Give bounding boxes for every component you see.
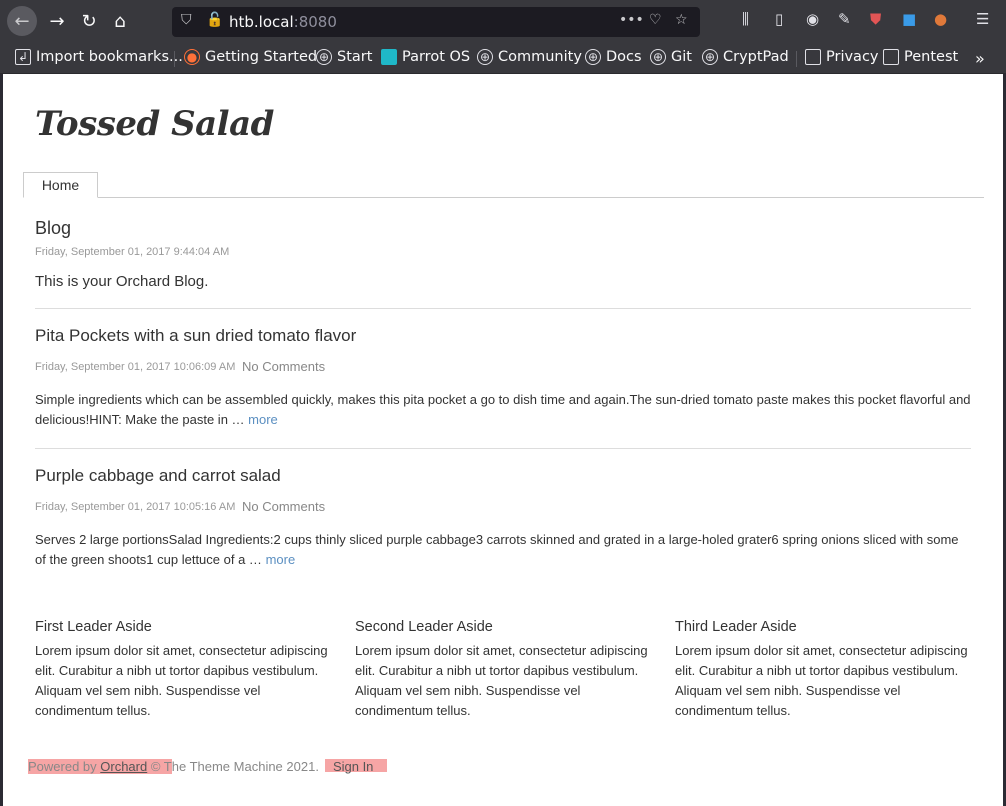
bookmark-git[interactable]: ⊕ Git [650,49,692,65]
post-title[interactable]: Pita Pockets with a sun dried tomato fla… [35,326,356,346]
sidebar-icon[interactable]: ▯ [775,10,783,28]
account-icon[interactable]: ◉ [806,10,819,28]
footer-copyright: © The Theme Machine 2021. [147,759,319,774]
bookmark-docs[interactable]: ⊕ Docs [585,49,642,65]
import-icon: ↲ [15,49,31,65]
parrot-icon [381,49,397,65]
globe-icon: ⊕ [702,49,718,65]
bookmark-cryptpad[interactable]: ⊕ CryptPad [702,49,789,65]
extension-fox-icon[interactable]: ● [934,10,947,28]
browser-toolbar: ← → ↻ ⌂ ⛉ 🔓 htb.local:8080 ••• ♡ ☆ ⫼ ▯ ◉… [0,0,1006,42]
pocket-icon[interactable]: ♡ [649,12,662,28]
bookmark-separator [796,51,797,67]
url-text[interactable]: htb.local:8080 [229,13,337,31]
page-actions-icon[interactable]: ••• [619,12,644,28]
forward-arrow-icon[interactable]: → [42,6,72,36]
extension-s-icon[interactable]: ■ [902,10,916,28]
globe-icon: ⊕ [585,49,601,65]
globe-icon: ⊕ [316,49,332,65]
tab-home[interactable]: Home [23,172,98,198]
bookmark-start[interactable]: ⊕ Start [316,49,372,65]
page-content: Tossed Salad Home Blog Friday, September… [3,74,1003,806]
aside-title: Third Leader Aside [675,619,797,635]
post-excerpt-text: Serves 2 large portionsSalad Ingredients… [35,532,959,567]
extension-icon[interactable]: ✎ [838,10,851,28]
aside-title: Second Leader Aside [355,619,493,635]
firefox-icon: ● [184,49,200,65]
blog-title: Blog [35,218,72,238]
bookmark-community[interactable]: ⊕ Community [477,49,582,65]
home-icon[interactable]: ⌂ [105,6,135,36]
post-excerpt: Serves 2 large portionsSalad Ingredients… [35,530,971,570]
reload-icon[interactable]: ↻ [74,6,104,36]
chevron-right-icon[interactable]: » [975,49,985,68]
aside-title: First Leader Aside [35,619,152,635]
aside-first: First Leader Aside Lorem ipsum dolor sit… [35,619,335,721]
bookmarks-toolbar: ↲ Import bookmarks... ● Getting Started ⊕ S… [0,42,1006,74]
post-date: Friday, September 01, 2017 10:05:16 AM [35,501,236,513]
address-bar[interactable]: ⛉ 🔓 htb.local:8080 ••• ♡ ☆ [172,7,700,37]
aside-text: Lorem ipsum dolor sit amet, consectetur … [675,643,968,718]
footer: Powered by Orchard © The Theme Machine 2… [28,759,373,774]
footer-powered-by: Powered by [28,759,101,774]
post-comments: No Comments [242,499,326,514]
sign-in-link[interactable]: Sign In [333,759,373,774]
menu-icon[interactable]: ☰ [976,10,989,28]
bookmark-parrot-os[interactable]: Parrot OS [381,49,470,65]
post-date: Friday, September 01, 2017 10:06:09 AM [35,361,236,373]
bookmark-folder-pentest[interactable]: Pentest [883,49,958,65]
aside-text: Lorem ipsum dolor sit amet, consectetur … [355,643,648,718]
aside-third: Third Leader Aside Lorem ipsum dolor sit… [675,619,975,721]
divider [35,308,971,309]
post-excerpt-text: Simple ingredients which can be assemble… [35,392,971,427]
globe-icon: ⊕ [650,49,666,65]
site-brand[interactable]: Tossed Salad [35,104,274,144]
folder-icon [883,49,899,65]
bookmark-getting-started[interactable]: ● Getting Started [184,49,317,65]
library-icon[interactable]: ⫼ [742,10,749,28]
ublock-icon[interactable]: ⛊ [870,10,881,28]
insecure-lock-icon[interactable]: 🔓 [206,12,223,28]
aside-second: Second Leader Aside Lorem ipsum dolor si… [355,619,655,721]
bookmark-import[interactable]: ↲ Import bookmarks... [15,49,183,65]
aside-text: Lorem ipsum dolor sit amet, consectetur … [35,643,328,718]
back-arrow-icon[interactable]: ← [7,6,37,36]
orchard-link[interactable]: Orchard [100,759,147,774]
blog-description: This is your Orchard Blog. [35,273,209,290]
bookmark-folder-privacy[interactable]: Privacy [805,49,879,65]
more-link[interactable]: more [248,412,278,427]
blog-date: Friday, September 01, 2017 9:44:04 AM [35,246,230,258]
more-link[interactable]: more [266,552,296,567]
globe-icon: ⊕ [477,49,493,65]
bookmark-star-icon[interactable]: ☆ [675,12,688,28]
post-comments: No Comments [242,359,326,374]
divider [35,448,971,449]
post-excerpt: Simple ingredients which can be assemble… [35,390,971,430]
shield-icon[interactable]: ⛉ [181,12,192,28]
post-title[interactable]: Purple cabbage and carrot salad [35,466,281,486]
nav-divider [23,197,984,198]
bookmark-separator [174,51,175,67]
folder-icon [805,49,821,65]
